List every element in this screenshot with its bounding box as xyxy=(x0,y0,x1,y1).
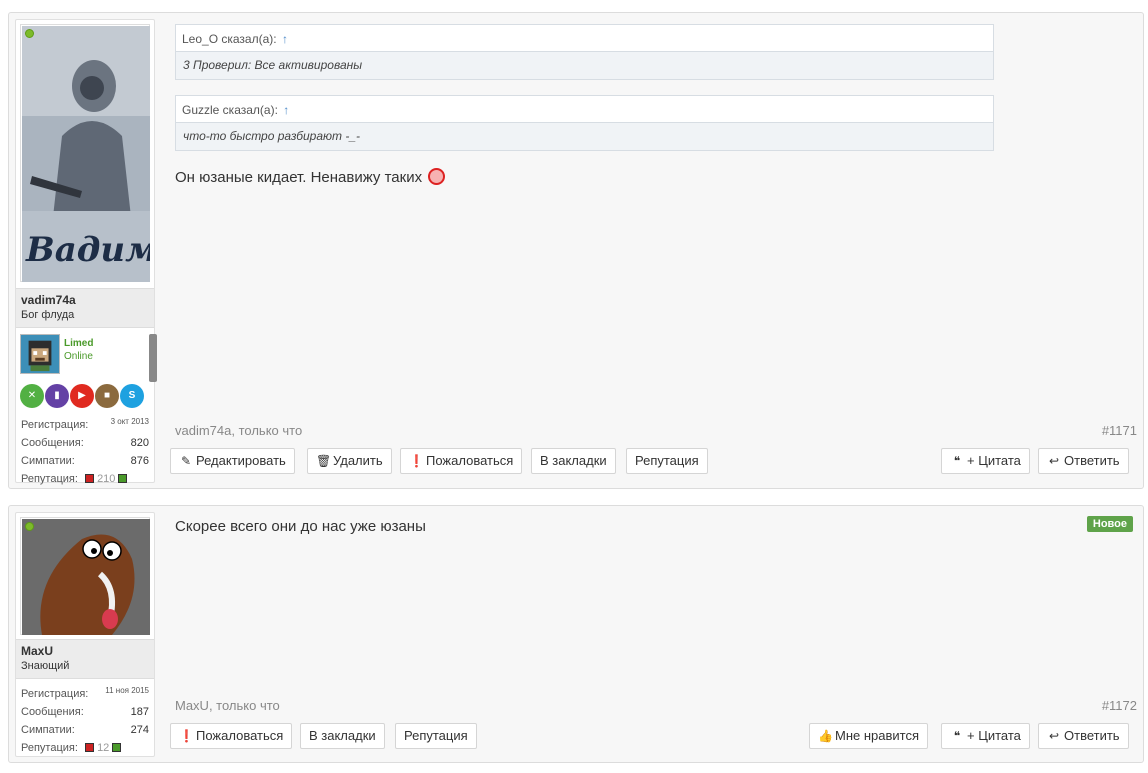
reg-date: 3 окт 2013 xyxy=(110,417,149,426)
server-name: Limed xyxy=(64,338,94,349)
quote-jump-arrow[interactable]: ↑ xyxy=(282,32,288,46)
quote-block: Guzzle сказал(а): ↑ что-то быстро разбир… xyxy=(175,95,994,151)
message-text: Он юзаные кидает. Ненавижу таких xyxy=(175,169,423,186)
likes-count: 876 xyxy=(130,455,149,467)
quote-button[interactable]: ❝ + Цитата xyxy=(941,723,1030,749)
reply-button[interactable]: ↩ Ответить xyxy=(1038,723,1129,749)
user-stats: Регистрация: 3 окт 2013 Сообщения: 820 С… xyxy=(21,416,149,488)
quote-jump-arrow[interactable]: ↑ xyxy=(283,103,289,117)
quote-button[interactable]: ❝ + Цитата xyxy=(941,448,1030,474)
user-info: vadim74a Бог флуда xyxy=(16,288,154,328)
post-1172: MaxU Знающий Регистрация: 11 ноя 2015 Со… xyxy=(8,505,1144,763)
user-info: MaxU Знающий xyxy=(16,639,154,679)
reputation-button[interactable]: Репутация xyxy=(395,723,477,749)
minecraft-icon[interactable]: ■ xyxy=(95,384,119,408)
quote-header: Guzzle сказал(а): ↑ xyxy=(176,96,993,123)
avatar-image: Вадим xyxy=(22,26,150,282)
quote-icon: ❝ xyxy=(953,454,961,468)
rep-plus-icon[interactable] xyxy=(118,474,128,483)
message-body: Он юзаные кидает. Ненавижу таких xyxy=(175,168,446,186)
quote-author: Guzzle сказал(а): xyxy=(182,103,278,117)
report-button[interactable]: ❗ Пожаловаться xyxy=(400,448,523,474)
server-status: Online xyxy=(64,351,93,362)
reputation-button[interactable]: Репутация xyxy=(626,448,708,474)
message-body: Скорее всего они до нас уже юзаны xyxy=(175,518,426,535)
reg-label: Регистрация: xyxy=(21,419,89,431)
user-sidebar: MaxU Знающий Регистрация: 11 ноя 2015 Со… xyxy=(15,512,155,757)
messages-label: Сообщения: xyxy=(21,437,84,449)
rep-minus-icon[interactable] xyxy=(85,474,94,483)
user-title: Знающий xyxy=(21,660,70,672)
youtube-icon[interactable]: ▶ xyxy=(70,384,94,408)
avatar[interactable] xyxy=(20,517,150,635)
reg-date: 11 ноя 2015 xyxy=(105,686,149,695)
post-meta[interactable]: MaxU, только что xyxy=(175,698,280,713)
post-number[interactable]: #1172 xyxy=(1102,698,1137,713)
online-indicator xyxy=(25,522,34,531)
reply-button[interactable]: ↩ Ответить xyxy=(1038,448,1129,474)
post-number[interactable]: #1171 xyxy=(1102,423,1137,438)
exclamation-icon: ❗ xyxy=(409,454,424,468)
messages-count[interactable]: 187 xyxy=(131,703,149,721)
report-button[interactable]: ❗ Пожаловаться xyxy=(170,723,293,749)
skype-icon[interactable]: S xyxy=(120,384,144,408)
xbox-icon[interactable]: ✕ xyxy=(20,384,44,408)
avatar-signature: Вадим xyxy=(25,230,150,270)
username[interactable]: vadim74a xyxy=(21,293,149,308)
username[interactable]: MaxU xyxy=(21,644,149,659)
reg-label: Регистрация: xyxy=(21,688,89,700)
quote-text: 3 Проверил: Все активированы xyxy=(183,58,363,72)
widget-scroll-handle[interactable] xyxy=(149,334,157,382)
reputation-label: Репутация: xyxy=(21,742,78,754)
user-title: Бог флуда xyxy=(21,309,75,321)
avatar-image xyxy=(22,519,150,635)
quote-icon: ❝ xyxy=(953,729,961,743)
likes-label: Симпатии: xyxy=(21,455,75,467)
reputation-value: 12 xyxy=(97,742,110,754)
reputation-label: Репутация: xyxy=(21,473,78,485)
pencil-icon: ✎ xyxy=(180,454,192,468)
server-icon xyxy=(20,334,60,374)
bookmark-button[interactable]: В закладки xyxy=(531,448,616,474)
new-badge: Новое xyxy=(1086,516,1133,532)
delete-button[interactable]: 🗑 Удалить xyxy=(307,448,392,474)
exclamation-icon: ❗ xyxy=(179,729,194,743)
messages-label: Сообщения: xyxy=(21,706,84,718)
edit-button[interactable]: ✎ Редактировать xyxy=(170,448,295,474)
reply-arrow-icon: ↩ xyxy=(1048,729,1060,743)
likes-label: Симпатии: xyxy=(21,724,75,736)
user-sidebar: Вадим vadim74a Бог флуда Limed Online ✕ xyxy=(15,19,157,485)
trash-icon: 🗑 xyxy=(316,454,332,468)
bookmark-button[interactable]: В закладки xyxy=(300,723,385,749)
angry-emoji-icon xyxy=(428,168,446,185)
messages-count[interactable]: 820 xyxy=(131,434,149,452)
post-1171: Вадим vadim74a Бог флуда Limed Online ✕ xyxy=(8,12,1144,489)
quote-block: Leo_O сказал(а): ↑ 3 Проверил: Все актив… xyxy=(175,24,994,80)
avatar[interactable]: Вадим xyxy=(20,24,150,282)
server-widget[interactable]: Limed Online xyxy=(20,334,150,374)
user-stats: Регистрация: 11 ноя 2015 Сообщения: 187 … xyxy=(21,685,149,757)
reputation-value: 210 xyxy=(97,473,116,485)
reputation-controls: 12 xyxy=(85,739,122,757)
reply-arrow-icon: ↩ xyxy=(1048,454,1060,468)
rep-plus-icon[interactable] xyxy=(112,743,122,752)
quote-text: что-то быстро разбирают -_- xyxy=(183,129,361,143)
online-indicator xyxy=(25,29,34,38)
post-meta[interactable]: vadim74a, только что xyxy=(175,423,302,438)
reputation-controls: 210 xyxy=(85,470,128,488)
message-text: Скорее всего они до нас уже юзаны xyxy=(175,518,426,535)
likes-count: 274 xyxy=(130,724,149,736)
thumbs-up-icon: 👍 xyxy=(818,729,833,743)
rep-minus-icon[interactable] xyxy=(85,743,94,752)
twitch-icon[interactable]: ▮ xyxy=(45,384,69,408)
like-button[interactable]: 👍 Мне нравится xyxy=(809,723,929,749)
quote-author: Leo_O сказал(а): xyxy=(182,32,277,46)
quote-header: Leo_O сказал(а): ↑ xyxy=(176,25,993,52)
